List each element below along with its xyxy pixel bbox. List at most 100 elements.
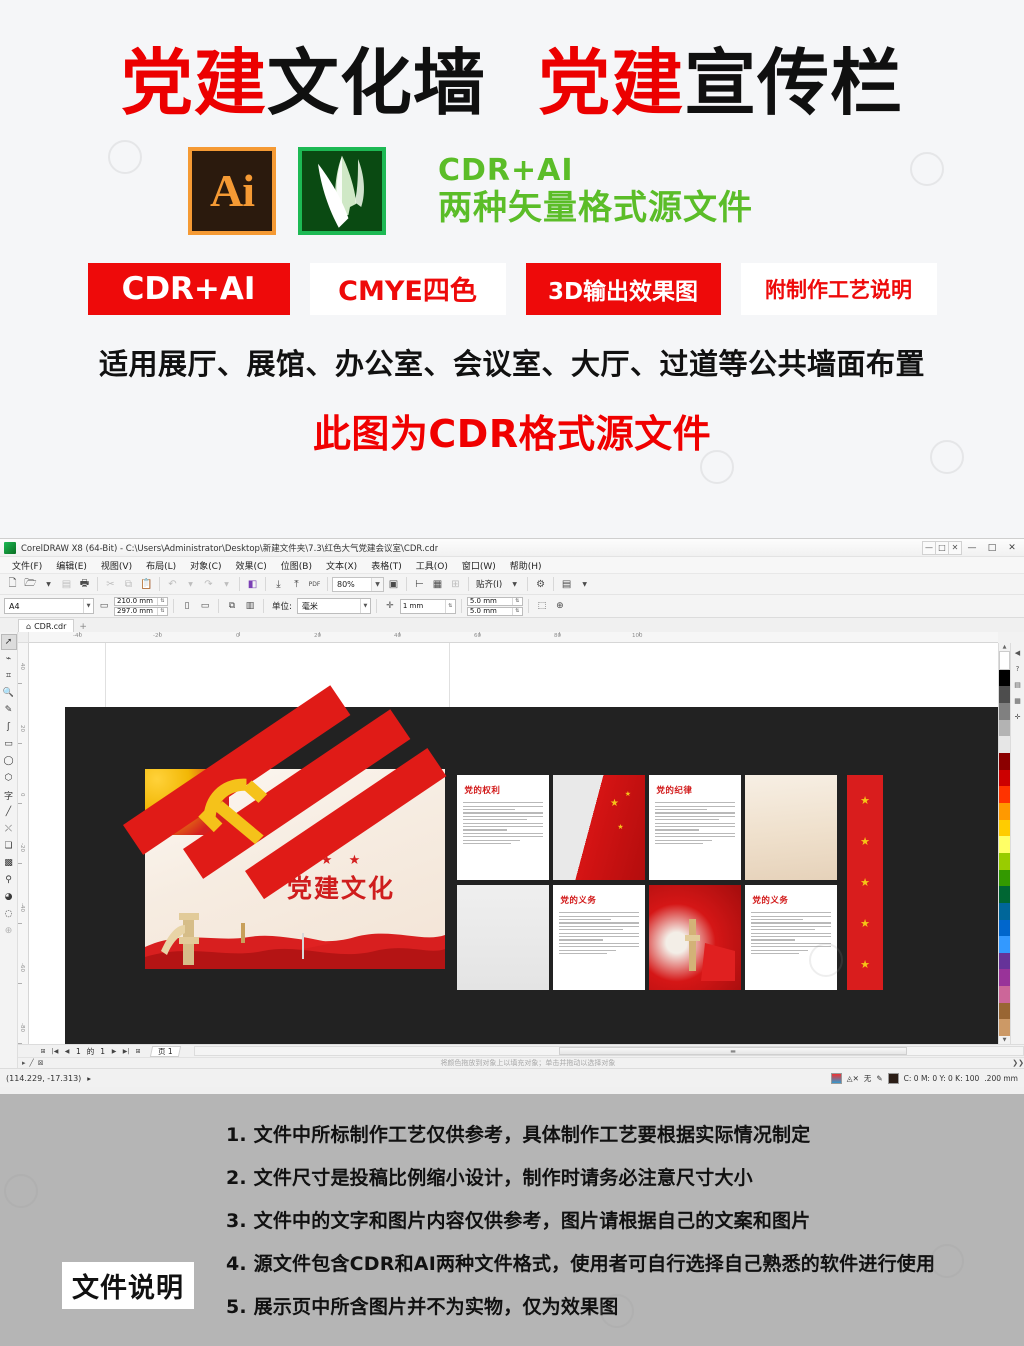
doc-restore-button[interactable]: □ [935, 540, 949, 555]
ellipse-tool-icon[interactable]: ◯ [1, 753, 17, 769]
no-fill-icon[interactable]: ⊠ [38, 1059, 44, 1067]
freehand-tool-icon[interactable]: ✎ [1, 702, 17, 718]
treat-as-filled-icon[interactable]: ⬚ [534, 598, 550, 614]
artwork-panel[interactable]: ★ ★ ★ [553, 775, 645, 880]
object-manager-docker-icon[interactable]: ▦ [1012, 695, 1024, 707]
maximize-button[interactable]: □ [982, 540, 1002, 556]
palette-scroll-up-icon[interactable]: ▲ [999, 643, 1010, 651]
minimize-button[interactable]: — [962, 540, 982, 556]
zoom-level-combo[interactable]: 80% ▼ [332, 576, 384, 592]
swatch[interactable] [999, 852, 1010, 870]
export-pdf-icon[interactable]: PDF [306, 576, 323, 593]
artwork-panel[interactable] [457, 885, 549, 990]
horizontal-ruler[interactable]: -40 -20 0 20 40 60 80 100 [29, 632, 998, 643]
doc-minimize-button[interactable]: — [922, 540, 936, 555]
drop-shadow-tool-icon[interactable]: ❏ [1, 838, 17, 854]
menu-window[interactable]: 窗口(W) [455, 557, 503, 574]
pick-tool-icon[interactable]: ➚ [0, 634, 17, 650]
new-icon[interactable]: 🗋 [4, 576, 21, 593]
menu-effects[interactable]: 效果(C) [228, 557, 273, 574]
menu-object[interactable]: 对象(C) [183, 557, 228, 574]
chevron-down-icon[interactable]: ▼ [371, 577, 383, 591]
add-page-end-button[interactable]: ⊞ [133, 1046, 143, 1056]
artwork-panel[interactable] [745, 775, 837, 880]
fill-swatch-icon[interactable]: ▸ [22, 1059, 26, 1067]
fullscreen-preview-icon[interactable]: ▣ [385, 576, 402, 593]
chevron-down-icon[interactable]: ▼ [506, 576, 523, 593]
swatch[interactable] [999, 902, 1010, 920]
swatch[interactable] [999, 919, 1010, 937]
crop-tool-icon[interactable]: ⌗ [1, 668, 17, 684]
object-properties-docker-icon[interactable]: ▤ [1012, 679, 1024, 691]
transparency-tool-icon[interactable]: ▩ [1, 855, 17, 871]
stepper-icon[interactable]: ⇅ [444, 599, 455, 613]
save-icon[interactable]: ▤ [58, 576, 75, 593]
text-tool-icon[interactable]: 字 [1, 787, 17, 803]
swatch[interactable] [999, 836, 1010, 853]
copy-icon[interactable]: ⧉ [120, 576, 137, 593]
zoom-tool-icon[interactable]: 🔍 [1, 685, 17, 701]
chevron-down-icon[interactable]: ▼ [218, 576, 235, 593]
landscape-orientation-icon[interactable]: ▭ [197, 598, 213, 614]
swatch[interactable] [999, 786, 1010, 803]
open-icon[interactable]: 🗁 [22, 576, 39, 593]
duplicate-x-field[interactable]: 5.0 mm ⇅ [466, 596, 523, 606]
color-palette[interactable]: ▲ ▼ [998, 643, 1010, 1044]
import-icon[interactable]: ⤓ [270, 576, 287, 593]
swatch[interactable] [999, 752, 1010, 770]
swatch[interactable] [999, 936, 1010, 953]
artwork-board[interactable]: ★ ★ ★ 党建文化 党的权利 ★ ★ ★ 党的纪律 党的义务 党的义务 ★ ★… [65, 685, 998, 1044]
artistic-media-tool-icon[interactable]: ʃ [1, 719, 17, 735]
page-tab[interactable]: 页 1 [149, 1045, 181, 1057]
connector-tool-icon[interactable]: ⤬ [1, 821, 17, 837]
horizontal-scrollbar[interactable]: ▬ [193, 1046, 1024, 1056]
color-proof-icon[interactable] [830, 1072, 842, 1084]
document-tab[interactable]: ⌂ CDR.cdr [18, 619, 75, 632]
chevron-down-icon[interactable]: ▼ [83, 599, 93, 613]
options-gear-icon[interactable]: ⚙ [532, 576, 549, 593]
swatch[interactable] [999, 719, 1010, 737]
menu-tools[interactable]: 工具(O) [409, 557, 455, 574]
first-page-button[interactable]: |◀ [50, 1046, 60, 1056]
swatch[interactable] [999, 669, 1010, 687]
swatch[interactable] [999, 1019, 1010, 1037]
color-eyedropper-tool-icon[interactable]: ⚲ [1, 872, 17, 888]
outline-color-swatch[interactable] [887, 1072, 899, 1084]
units-combo[interactable]: 毫米 ▼ [296, 598, 371, 614]
page-size-combo[interactable]: A4 ▼ [4, 598, 94, 614]
palette-scroll-down-icon[interactable]: ▼ [999, 1036, 1010, 1044]
artwork-panel[interactable]: 党的义务 [745, 885, 837, 990]
current-page-icon[interactable]: ▥ [242, 598, 258, 614]
paste-icon[interactable]: 📋 [138, 576, 155, 593]
show-grid-icon[interactable]: ▦ [429, 576, 446, 593]
dimension-tool-icon[interactable]: ╱ [1, 804, 17, 820]
snap-to-label[interactable]: 贴齐(I) [473, 578, 505, 590]
prev-page-button[interactable]: ◀ [62, 1046, 72, 1056]
swatch[interactable] [999, 769, 1010, 787]
swatch[interactable] [999, 686, 1010, 703]
swatch[interactable] [999, 1002, 1010, 1020]
artwork-star-bar[interactable]: ★ ★ ★ ★ ★ [847, 775, 883, 990]
artwork-panel[interactable]: 党的义务 [553, 885, 645, 990]
doc-close-button[interactable]: ✕ [948, 540, 962, 555]
menu-layout[interactable]: 布局(L) [139, 557, 183, 574]
swatch[interactable] [999, 886, 1010, 903]
fill-tool-icon[interactable]: ◕ [1, 889, 17, 905]
artwork-panel[interactable]: 党的权利 [457, 775, 549, 880]
transformations-docker-icon[interactable]: ✛ [1012, 711, 1024, 723]
last-page-button[interactable]: ▶| [121, 1046, 131, 1056]
hints-docker-icon[interactable]: ? [1012, 663, 1024, 675]
chevron-down-icon[interactable]: ▼ [182, 576, 199, 593]
palette-swatches[interactable] [999, 651, 1010, 1037]
outline-tool-icon[interactable]: ◌ [1, 906, 17, 922]
menu-text[interactable]: 文本(X) [319, 557, 364, 574]
swatch[interactable] [999, 952, 1010, 970]
stepper-icon[interactable]: ⇅ [157, 607, 167, 615]
export-icon[interactable]: ⤒ [288, 576, 305, 593]
duplicate-y-field[interactable]: 5.0 mm ⇅ [466, 606, 523, 616]
scroll-right-icon[interactable]: ❯❯ [1012, 1059, 1024, 1067]
show-rulers-icon[interactable]: ⊢ [411, 576, 428, 593]
menu-help[interactable]: 帮助(H) [503, 557, 549, 574]
cut-icon[interactable]: ✂ [102, 576, 119, 593]
menu-file[interactable]: 文件(F) [5, 557, 49, 574]
